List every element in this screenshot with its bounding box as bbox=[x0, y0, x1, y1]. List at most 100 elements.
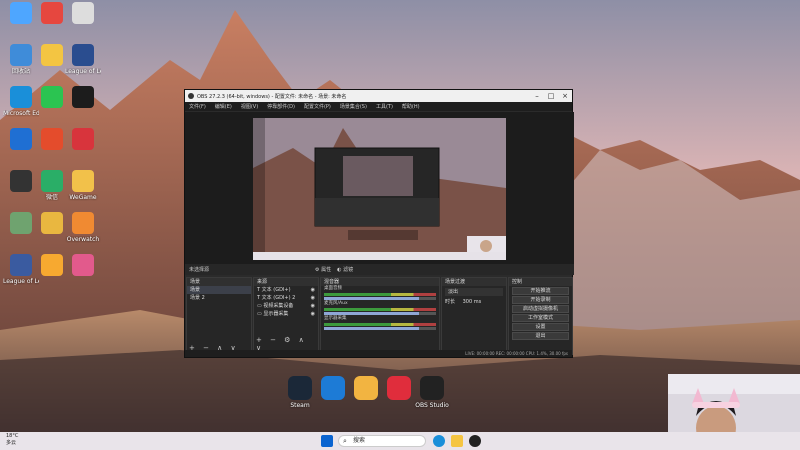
window-title: OBS 27.2.3 (64-bit, windows) - 配置文件: 未命名… bbox=[197, 93, 347, 100]
file-icon bbox=[72, 2, 94, 24]
weather-widget[interactable]: 18°C 多云 bbox=[6, 433, 18, 447]
obs-studio-icon bbox=[420, 376, 444, 400]
control-button[interactable]: 退出 bbox=[512, 332, 569, 340]
scenes-title: 场景 bbox=[187, 278, 251, 286]
app-red2-icon bbox=[72, 128, 94, 150]
mixer-channel-name: 显示器采集 bbox=[324, 316, 347, 321]
minimize-icon[interactable]: – bbox=[530, 92, 544, 100]
menu-item[interactable]: 场景集合(S) bbox=[340, 103, 367, 110]
menu-item[interactable]: 文件(F) bbox=[189, 103, 206, 110]
transitions-dock: 场景过渡 淡出 时长 300 ms bbox=[441, 277, 507, 355]
obs-titlebar[interactable]: OBS 27.2.3 (64-bit, windows) - 配置文件: 未命名… bbox=[185, 90, 572, 102]
preview-area bbox=[185, 112, 574, 264]
controls-dock: 控制 开始推流 开始录制 启动虚拟摄像机 工作室模式 设置 退出 bbox=[508, 277, 573, 355]
audio-meter bbox=[324, 293, 436, 296]
source-item-label: 视频采集设备 bbox=[263, 303, 294, 309]
close-icon[interactable]: × bbox=[558, 92, 572, 100]
wegame-icon bbox=[72, 170, 94, 192]
menu-item[interactable]: 配置文件(P) bbox=[304, 103, 331, 110]
search-icon: ⌕ bbox=[343, 437, 347, 445]
volume-slider-fill bbox=[324, 327, 420, 330]
edge-taskbar-icon[interactable] bbox=[433, 435, 445, 447]
menu-item[interactable]: 停靠部件(D) bbox=[267, 103, 295, 110]
desktop-shortcut[interactable] bbox=[65, 128, 101, 152]
visibility-icon[interactable]: ◉ bbox=[311, 310, 315, 318]
recycle-bin-icon bbox=[10, 44, 32, 66]
app-orange-icon bbox=[41, 254, 63, 276]
maximize-icon[interactable]: □ bbox=[544, 92, 558, 100]
menu-item[interactable]: 视图(V) bbox=[241, 103, 258, 110]
search-input[interactable]: ⌕ 搜索 bbox=[338, 435, 426, 447]
desktop-shortcut[interactable]: Overwatch bbox=[65, 212, 101, 243]
desktop-shortcut-label: 回收站 bbox=[11, 68, 30, 75]
source-item[interactable]: ▭ 视频采集设备 ◉ bbox=[254, 302, 318, 310]
desktop-shortcut[interactable]: League of Legends bbox=[65, 44, 101, 75]
control-button[interactable]: 启动虚拟摄像机 bbox=[512, 305, 569, 313]
control-button[interactable]: 开始录制 bbox=[512, 296, 569, 304]
transition-type-select[interactable]: 淡出 bbox=[445, 288, 503, 296]
menu-item[interactable]: 工具(T) bbox=[376, 103, 393, 110]
desktop-shortcut-label: WeGame bbox=[69, 194, 97, 201]
scene-item[interactable]: 场景 bbox=[187, 286, 251, 294]
control-button[interactable]: 工作室模式 bbox=[512, 314, 569, 322]
app-green-icon bbox=[41, 86, 63, 108]
control-button[interactable]: 设置 bbox=[512, 323, 569, 331]
mixer-list: 桌面音频 麦克风/Aux 显示器采集 bbox=[321, 286, 439, 330]
source-item[interactable]: ▭ 显示器采集 ◉ bbox=[254, 310, 318, 318]
netease-music-icon bbox=[387, 376, 411, 400]
volume-slider[interactable] bbox=[324, 327, 436, 330]
transitions-title: 场景过渡 bbox=[442, 278, 506, 286]
dock-shortcut[interactable]: OBS Studio bbox=[412, 376, 452, 409]
control-buttons: 开始推流 开始录制 启动虚拟摄像机 工作室模式 设置 退出 bbox=[509, 287, 572, 340]
properties-button[interactable]: ⚙ 属性 bbox=[315, 266, 331, 273]
taskbar: 18°C 多云 ⌕ 搜索 bbox=[0, 432, 800, 450]
controls-title: 控制 bbox=[509, 278, 572, 286]
audio-meter bbox=[324, 323, 436, 326]
app-black-icon bbox=[10, 170, 32, 192]
weather-temp: 18°C bbox=[6, 433, 19, 439]
source-item[interactable]: T 文本 (GDI+) ◉ bbox=[254, 286, 318, 294]
filters-button[interactable]: ◐ 滤镜 bbox=[337, 266, 353, 273]
desktop-shortcut-label: League of Legends bbox=[3, 278, 39, 285]
start-button[interactable] bbox=[321, 435, 333, 447]
visibility-icon[interactable]: ◉ bbox=[311, 302, 315, 310]
overwatch-icon bbox=[72, 212, 94, 234]
desktop-shortcut[interactable] bbox=[65, 86, 101, 110]
control-button[interactable]: 开始推流 bbox=[512, 287, 569, 295]
dock-shortcut-label: OBS Studio bbox=[415, 402, 449, 409]
desktop-shortcut[interactable]: WeGame bbox=[65, 170, 101, 201]
folder2-icon bbox=[41, 212, 63, 234]
sources-dock: 来源 T 文本 (GDI+) ◉ T 文本 (GDI+) 2 ◉ ▭ 视频采集设备 … bbox=[253, 277, 319, 355]
desktop-shortcut-label: Overwatch bbox=[66, 236, 100, 243]
source-status: 未选择源 bbox=[189, 267, 210, 273]
app-flower-icon bbox=[10, 212, 32, 234]
obs-status-bar: LIVE: 00:00:00 REC: 00:00:00 CPU: 1.4%, … bbox=[185, 350, 572, 357]
volume-slider[interactable] bbox=[324, 297, 436, 300]
desktop-shortcut-label: Microsoft Edge bbox=[3, 110, 39, 117]
mixer-channel-name: 麦克风/Aux bbox=[324, 301, 348, 306]
visibility-icon[interactable]: ◉ bbox=[311, 286, 315, 294]
scene-item[interactable]: 场景 2 bbox=[187, 294, 251, 302]
source-item-label: 文本 (GDI+) bbox=[261, 287, 291, 293]
league-icon bbox=[72, 44, 94, 66]
scene-list: 场景 场景 2 bbox=[187, 286, 251, 302]
wechat-icon bbox=[41, 170, 63, 192]
source-item-label: 显示器采集 bbox=[263, 311, 289, 317]
steam-icon bbox=[288, 376, 312, 400]
volume-slider[interactable] bbox=[324, 312, 436, 315]
menu-item[interactable]: 帮助(H) bbox=[402, 103, 420, 110]
desktop-shortcut[interactable] bbox=[65, 2, 101, 26]
menu-item[interactable]: 编辑(E) bbox=[215, 103, 232, 110]
source-item-label: 文本 (GDI+) 2 bbox=[261, 295, 296, 301]
obs-taskbar-icon[interactable] bbox=[469, 435, 481, 447]
preview-image bbox=[253, 118, 506, 260]
obs-window[interactable]: OBS 27.2.3 (64-bit, windows) - 配置文件: 未命名… bbox=[184, 89, 574, 358]
yy-icon bbox=[354, 376, 378, 400]
visibility-icon[interactable]: ◉ bbox=[311, 294, 315, 302]
source-item[interactable]: T 文本 (GDI+) 2 ◉ bbox=[254, 294, 318, 302]
transition-duration[interactable]: 时长 300 ms bbox=[442, 298, 506, 306]
desktop-shortcut[interactable] bbox=[65, 254, 101, 278]
preview-canvas[interactable] bbox=[253, 118, 506, 260]
scenes-dock: 场景 场景 场景 2 + − ∧ ∨ bbox=[186, 277, 252, 355]
file-explorer-icon[interactable] bbox=[451, 435, 463, 447]
